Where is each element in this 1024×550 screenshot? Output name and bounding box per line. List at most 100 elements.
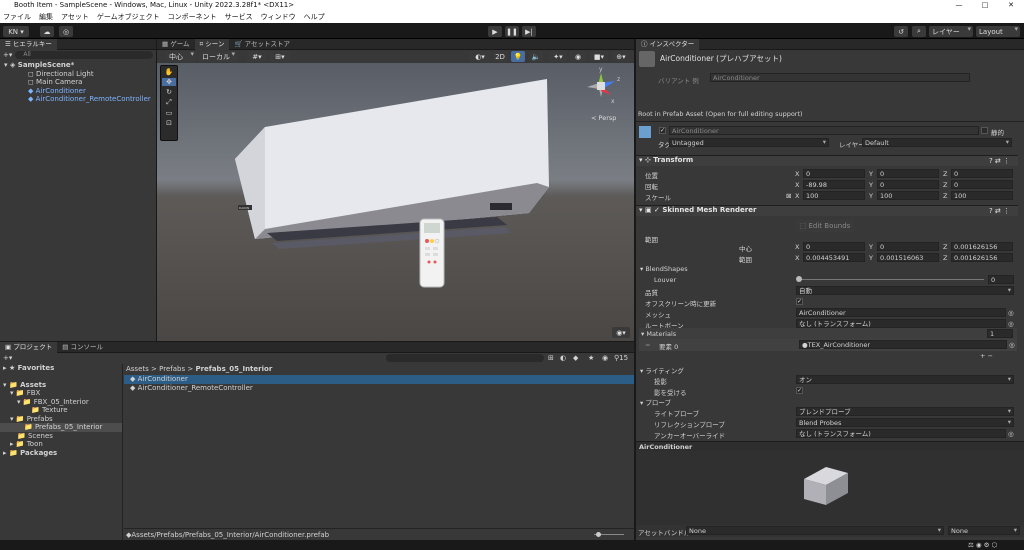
visibility-icon[interactable]: ◉ (602, 354, 608, 362)
object-name-field[interactable]: AirConditioner (669, 126, 979, 135)
filter-icon[interactable]: ⊞ (548, 354, 554, 362)
add-asset-icon[interactable]: +▾ (3, 354, 12, 362)
breadcrumb-current[interactable]: Prefabs_05_Interior (195, 365, 272, 373)
scale-z-field[interactable]: 100 (951, 191, 1013, 200)
snap-icon[interactable]: ⊞▾ (270, 51, 290, 62)
audio-icon[interactable]: 🔈 (529, 51, 543, 62)
hierarchy-item-light[interactable]: ◻ Directional Light (4, 70, 156, 79)
folder-fbx[interactable]: ▾ 📁 FBX (0, 389, 122, 398)
constrain-icon[interactable]: ⊠ (786, 192, 791, 200)
tag-dropdown[interactable]: Untagged (669, 138, 829, 147)
camera-icon[interactable]: ■▾ (590, 51, 608, 62)
pivot-dropdown[interactable]: 中心 (166, 50, 196, 62)
folder-packages[interactable]: ▸ 📁 Packages (0, 449, 122, 458)
favorite-star-icon[interactable]: ★ (588, 354, 594, 362)
orientation-gizmo[interactable]: y x z (581, 65, 621, 111)
static-checkbox[interactable] (981, 127, 988, 134)
status-icons[interactable]: ⚖ ◉ ⚙ ⬡ (968, 541, 997, 549)
tab-hierarchy[interactable]: ☰ ヒエラルキー (0, 38, 57, 50)
edit-bounds-button[interactable]: ⬚ Edit Bounds (796, 220, 854, 232)
lighting-foldout[interactable]: ▾ ライティング (640, 365, 684, 375)
folder-toon[interactable]: ▸ 📁 Toon (0, 440, 122, 449)
favorites-item[interactable]: ▸ ★ Favorites (0, 364, 122, 373)
preview-area[interactable] (636, 451, 1024, 525)
play-button[interactable]: ▶ (488, 26, 502, 37)
materials-header[interactable]: ▾ Materials 1 (639, 328, 1017, 339)
scale-y-field[interactable]: 100 (877, 191, 939, 200)
asset-bundle-dropdown[interactable]: None (686, 526, 944, 535)
offscreen-checkbox[interactable]: ✓ (796, 298, 803, 305)
transform-tool-icon[interactable]: ⊡ (166, 119, 172, 127)
menu-gameobject[interactable]: ゲームオブジェクト (97, 12, 160, 22)
mesh-picker-icon[interactable]: ◎ (1008, 309, 1014, 317)
breadcrumb-prefabs[interactable]: Prefabs (159, 365, 185, 373)
move-tool-icon[interactable]: ✥ (162, 78, 176, 86)
hand-tool-icon[interactable]: ✋ (165, 68, 174, 76)
preview-header[interactable]: AirConditioner (636, 441, 1024, 451)
menu-window[interactable]: ウィンドウ (261, 12, 296, 22)
reflection-probes-dropdown[interactable]: Blend Probes (796, 418, 1014, 427)
cast-shadows-dropdown[interactable]: オン (796, 375, 1014, 384)
tab-inspector[interactable]: ⓘ インスペクター (636, 39, 700, 50)
overlay-menu-icon[interactable]: ◉▾ (612, 327, 630, 338)
layers-dropdown[interactable]: レイヤー (929, 25, 973, 37)
cloud-icon[interactable]: ☁ (40, 26, 54, 37)
hierarchy-search-input[interactable]: All (15, 51, 153, 59)
layout-dropdown[interactable]: Layout (976, 25, 1020, 37)
scale-tool-icon[interactable]: ⤢ (166, 98, 172, 107)
blendshapes-foldout[interactable]: ▾ BlendShapes (640, 265, 688, 273)
material-picker-icon[interactable]: ◎ (1009, 341, 1015, 349)
layer-dropdown[interactable]: Default (862, 138, 1012, 147)
probes-foldout[interactable]: ▾ プローブ (640, 397, 671, 407)
search-icon[interactable]: ⌕ (912, 26, 926, 37)
folder-assets[interactable]: ▾ 📁 Assets (0, 381, 122, 390)
gizmos-icon[interactable]: ⊕▾ (612, 51, 630, 62)
rotate-tool-icon[interactable]: ↻ (166, 88, 172, 96)
center-y-field[interactable]: 0 (877, 242, 939, 251)
extent-y-field[interactable]: 0.001516063 (877, 253, 939, 262)
rotation-y-field[interactable]: 0 (877, 180, 939, 189)
label-icon[interactable]: ◆ (573, 354, 578, 362)
type-filter-icon[interactable]: ◐ (560, 354, 566, 362)
transform-header[interactable]: ▾ ⊹ Transform? ⇄ ⋮ (636, 155, 1018, 166)
effects-icon[interactable]: ✦▾ (549, 51, 567, 62)
collab-icon[interactable]: ◎ (59, 26, 73, 37)
mesh-field[interactable]: AirConditioner (796, 308, 1006, 317)
minimize-button[interactable]: — (946, 0, 972, 11)
file-airconditioner[interactable]: ◆ AirConditioner (124, 375, 634, 384)
light-probes-dropdown[interactable]: ブレンドプローブ (796, 407, 1014, 416)
anchor-picker-icon[interactable]: ◎ (1008, 430, 1014, 438)
history-icon[interactable]: ↺ (894, 26, 908, 37)
hierarchy-item-remote[interactable]: ◆ AirConditioner_RemoteController (4, 95, 156, 104)
breadcrumb-assets[interactable]: Assets (126, 365, 149, 373)
scale-x-field[interactable]: 100 (803, 191, 865, 200)
maximize-button[interactable]: □ (972, 0, 998, 11)
tab-console[interactable]: ▤ コンソール (57, 342, 108, 353)
rotation-z-field[interactable]: 0 (951, 180, 1013, 189)
menu-component[interactable]: コンポーネント (168, 12, 217, 22)
smr-header[interactable]: ▾ ▣ ✓ Skinned Mesh Renderer? ⇄ ⋮ (636, 205, 1018, 216)
folder-texture[interactable]: 📁 Texture (0, 406, 122, 415)
louver-value-field[interactable]: 0 (988, 275, 1014, 284)
hidden-icon[interactable]: ◉ (570, 51, 586, 62)
folder-fbx-interior[interactable]: ▾ 📁 FBX_05_Interior (0, 398, 122, 407)
tab-project[interactable]: ▣ プロジェクト (0, 341, 58, 353)
pause-button[interactable]: ❚❚ (505, 26, 519, 37)
asset-bundle-variant-dropdown[interactable]: None (948, 526, 1020, 535)
center-z-field[interactable]: 0.001626156 (951, 242, 1013, 251)
folder-scenes[interactable]: 📁 Scenes (0, 432, 122, 441)
position-y-field[interactable]: 0 (877, 169, 939, 178)
scene-root[interactable]: ▾ ◈ SampleScene* (4, 61, 156, 70)
close-button[interactable]: ✕ (998, 0, 1024, 11)
tab-game[interactable]: ▦ ゲーム (157, 39, 195, 50)
louver-slider-thumb[interactable] (796, 276, 802, 282)
shading-icon[interactable]: ◐▾ (469, 51, 491, 62)
project-search-input[interactable] (386, 354, 544, 362)
center-x-field[interactable]: 0 (803, 242, 865, 251)
extent-x-field[interactable]: 0.004453491 (803, 253, 865, 262)
active-checkbox[interactable]: ✓ (659, 127, 666, 134)
menu-services[interactable]: サービス (225, 12, 253, 22)
material-field[interactable]: ●TEX_AirConditioner (799, 340, 1007, 349)
hierarchy-item-camera[interactable]: ◻ Main Camera (4, 78, 156, 87)
louver-slider[interactable] (798, 279, 984, 280)
